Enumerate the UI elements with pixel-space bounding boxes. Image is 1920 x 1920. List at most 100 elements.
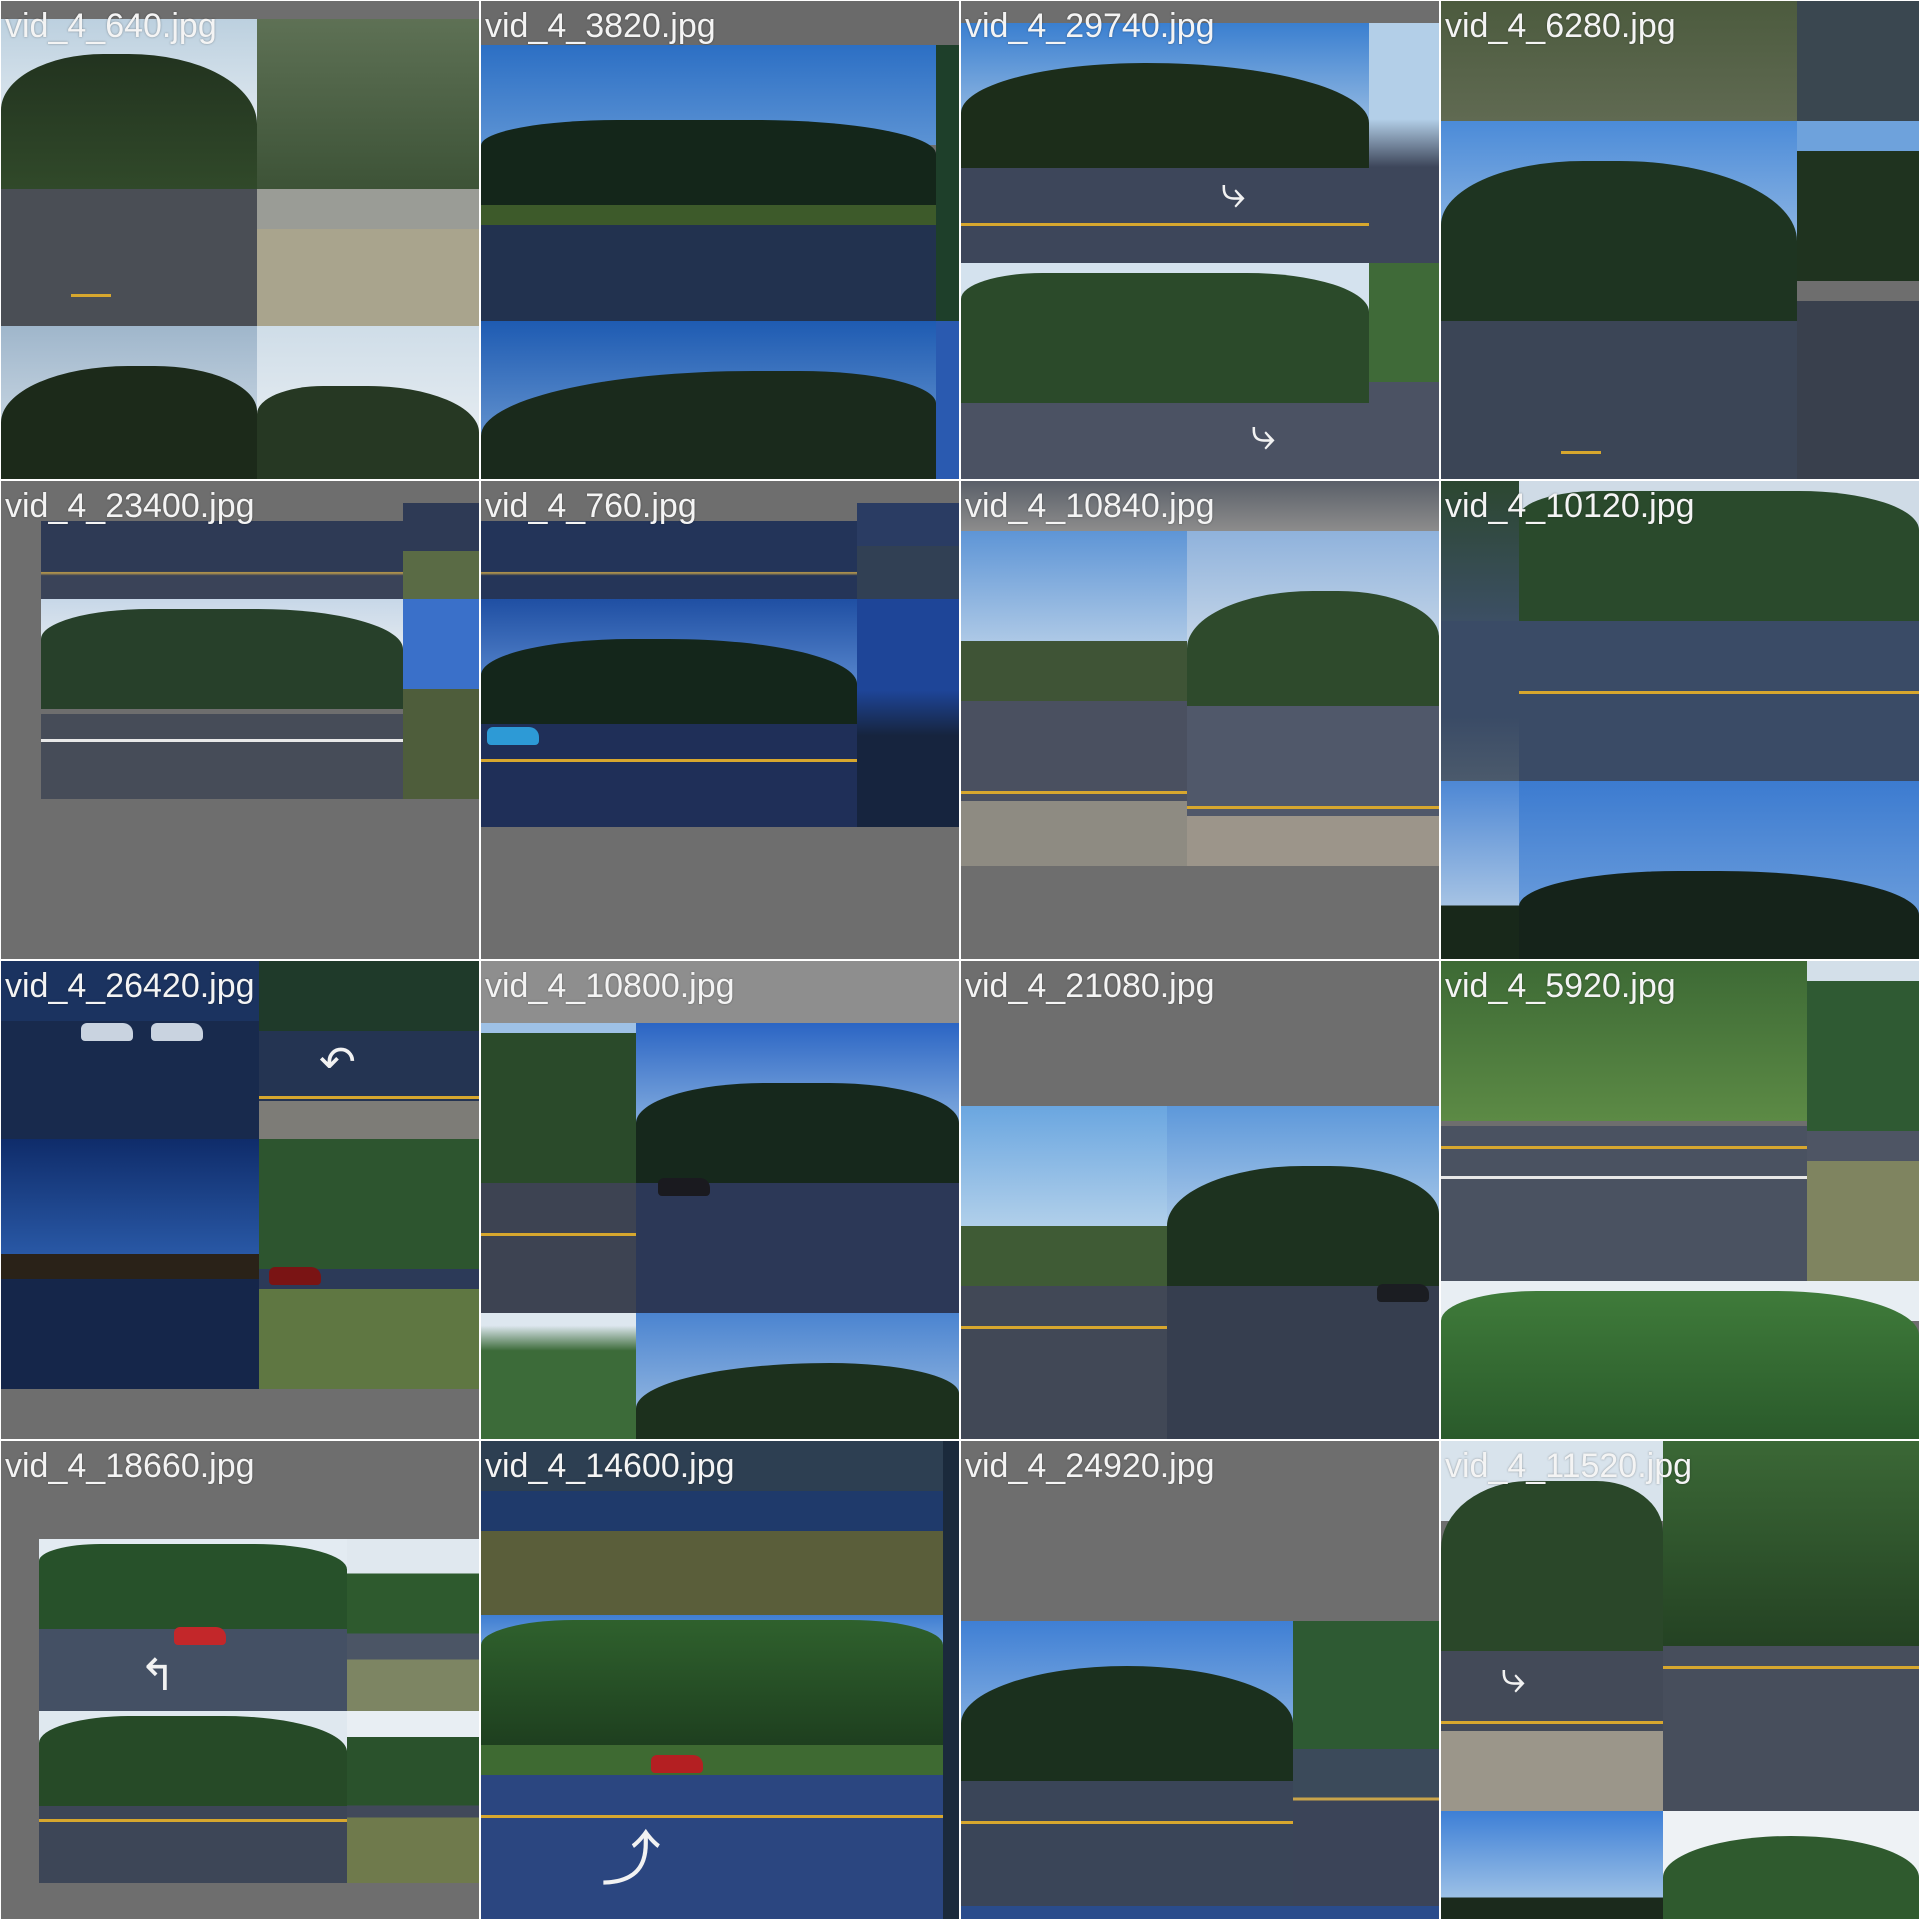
scene-fragment <box>1519 781 1919 959</box>
tile-filename: vid_4_10120.jpg <box>1445 487 1695 525</box>
scene-fragment: ↶ <box>259 961 479 1139</box>
scene-fragment <box>961 1106 1167 1439</box>
turn-arrow-icon: ⤷ <box>1251 409 1276 460</box>
car <box>651 1755 703 1773</box>
turn-arrow-icon: ⤷ <box>1221 167 1246 218</box>
car <box>269 1267 321 1285</box>
tile-filename: vid_4_10800.jpg <box>485 967 735 1005</box>
mosaic-tile: vid_4_10800.jpg <box>481 961 959 1439</box>
mosaic-tile: ⤷ ⤷ vid_4_29740.jpg <box>961 1 1439 479</box>
scene-fragment <box>481 45 936 321</box>
scene-fragment <box>1293 1621 1439 1906</box>
scene-fragment <box>481 1023 636 1313</box>
scene-fragment <box>403 503 479 599</box>
scene-fragment <box>41 599 403 799</box>
car <box>81 1023 133 1041</box>
tile-filename: vid_4_10840.jpg <box>965 487 1215 525</box>
tile-filename: vid_4_6280.jpg <box>1445 7 1676 45</box>
scene-fragment <box>257 19 479 326</box>
scene-fragment <box>961 1906 1439 1919</box>
scene-fragment <box>257 326 479 479</box>
scene-fragment <box>481 599 857 827</box>
turn-arrow-icon: ↰ <box>139 1650 176 1701</box>
scene-fragment <box>943 1441 959 1919</box>
car <box>658 1178 710 1196</box>
scene-fragment <box>259 1139 479 1389</box>
turn-arrow-icon: ⤴ <box>601 1825 661 1895</box>
mosaic-tile: ⤷ vid_4_11520.jpg <box>1441 1441 1919 1919</box>
scene-fragment <box>1807 961 1919 1281</box>
scene-fragment <box>1441 121 1797 479</box>
tile-filename: vid_4_18660.jpg <box>5 1447 255 1485</box>
scene-fragment <box>961 1621 1293 1906</box>
tile-filename: vid_4_21080.jpg <box>965 967 1215 1005</box>
turn-arrow-icon: ⤷ <box>1501 1652 1526 1703</box>
mosaic-tile: ↶ vid_4_26420.jpg <box>1 961 479 1439</box>
scene-fragment <box>481 521 857 599</box>
mosaic-tile: vid_4_640.jpg <box>1 1 479 479</box>
scene-fragment <box>961 531 1187 866</box>
scene-fragment <box>403 599 479 799</box>
scene-fragment <box>1 19 257 326</box>
mosaic-tile: vid_4_23400.jpg <box>1 481 479 959</box>
scene-fragment <box>636 1313 959 1439</box>
scene-fragment <box>1797 1 1919 121</box>
mosaic-tile: vid_4_5920.jpg <box>1441 961 1919 1439</box>
mosaic-tile: ⤴ vid_4_14600.jpg <box>481 1441 959 1919</box>
scene-fragment <box>857 503 959 599</box>
scene-fragment: ⤷ <box>1441 1441 1663 1811</box>
tile-filename: vid_4_24920.jpg <box>965 1447 1215 1485</box>
scene-fragment <box>1187 531 1439 866</box>
tile-filename: vid_4_23400.jpg <box>5 487 255 525</box>
tile-filename: vid_4_5920.jpg <box>1445 967 1676 1005</box>
car <box>487 727 539 745</box>
scene-fragment <box>41 521 403 599</box>
scene-fragment <box>1441 1811 1663 1919</box>
scene-fragment <box>1441 621 1519 781</box>
scene-fragment <box>1797 121 1919 479</box>
tile-filename: vid_4_14600.jpg <box>485 1447 735 1485</box>
scene-fragment <box>1 1139 259 1389</box>
tile-filename: vid_4_26420.jpg <box>5 967 255 1005</box>
scene-fragment: ⤷ <box>961 23 1369 263</box>
scene-fragment <box>936 321 959 479</box>
scene-fragment <box>1441 961 1807 1281</box>
mosaic-tile: vid_4_760.jpg <box>481 481 959 959</box>
tile-filename: vid_4_760.jpg <box>485 487 697 525</box>
scene-fragment <box>1663 1811 1919 1919</box>
mosaic-tile: vid_4_10120.jpg <box>1441 481 1919 959</box>
scene-fragment <box>1663 1441 1919 1811</box>
mosaic-tile: vid_4_21080.jpg <box>961 961 1439 1439</box>
tile-filename: vid_4_29740.jpg <box>965 7 1215 45</box>
scene-fragment <box>1369 23 1439 263</box>
scene-fragment <box>347 1539 479 1711</box>
mosaic-tile: vid_4_10840.jpg <box>961 481 1439 959</box>
mosaic-tile: vid_4_6280.jpg <box>1441 1 1919 479</box>
scene-fragment <box>1441 781 1519 959</box>
mosaic-tile: ↰ vid_4_18660.jpg <box>1 1441 479 1919</box>
scene-fragment <box>39 1711 347 1883</box>
tile-filename: vid_4_3820.jpg <box>485 7 716 45</box>
scene-fragment <box>1 326 257 479</box>
scene-fragment <box>481 1313 636 1439</box>
scene-fragment: ⤴ <box>481 1615 943 1919</box>
scene-fragment <box>1369 263 1439 479</box>
mosaic-tile: vid_4_24920.jpg <box>961 1441 1439 1919</box>
scene-fragment <box>857 599 959 827</box>
scene-fragment <box>1519 481 1919 781</box>
scene-fragment <box>347 1711 479 1883</box>
scene-fragment <box>636 1023 959 1313</box>
tile-filename: vid_4_11520.jpg <box>1445 1447 1693 1485</box>
scene-fragment <box>481 321 936 479</box>
turn-arrow-icon: ↶ <box>319 1037 356 1088</box>
mosaic-grid: vid_4_640.jpg vid_4_3820.jpg ⤷ ⤷ vid_4_2… <box>0 0 1920 1920</box>
car <box>1377 1284 1429 1302</box>
scene-fragment: ↰ <box>39 1539 347 1711</box>
scene-fragment <box>1167 1106 1439 1439</box>
scene-fragment <box>936 45 959 321</box>
car <box>151 1023 203 1041</box>
tile-filename: vid_4_640.jpg <box>5 7 217 45</box>
scene-fragment: ⤷ <box>961 263 1369 479</box>
mosaic-tile: vid_4_3820.jpg <box>481 1 959 479</box>
car <box>174 1627 226 1645</box>
